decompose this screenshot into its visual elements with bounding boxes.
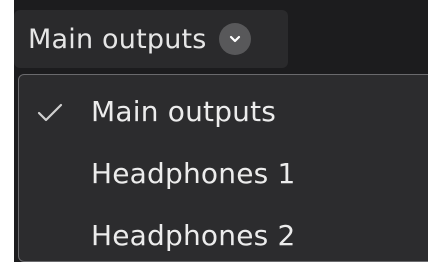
page-margin-left	[0, 0, 14, 265]
checkmark-icon	[37, 103, 63, 122]
output-select-button[interactable]: Main outputs	[14, 10, 288, 68]
menu-item-label: Headphones 1	[91, 157, 296, 190]
menu-item-headphones-2[interactable]: Headphones 2	[19, 205, 428, 267]
menu-item-headphones-1[interactable]: Headphones 1	[19, 143, 428, 205]
menu-item-label: Headphones 2	[91, 219, 296, 252]
output-select-label: Main outputs	[28, 23, 207, 55]
menu-item-main-outputs[interactable]: Main outputs	[19, 81, 428, 143]
chevron-down-icon	[218, 23, 251, 55]
menu-item-label: Main outputs	[91, 95, 277, 128]
output-dropdown-menu: Main outputs Headphones 1 Headphones 2	[18, 74, 428, 262]
